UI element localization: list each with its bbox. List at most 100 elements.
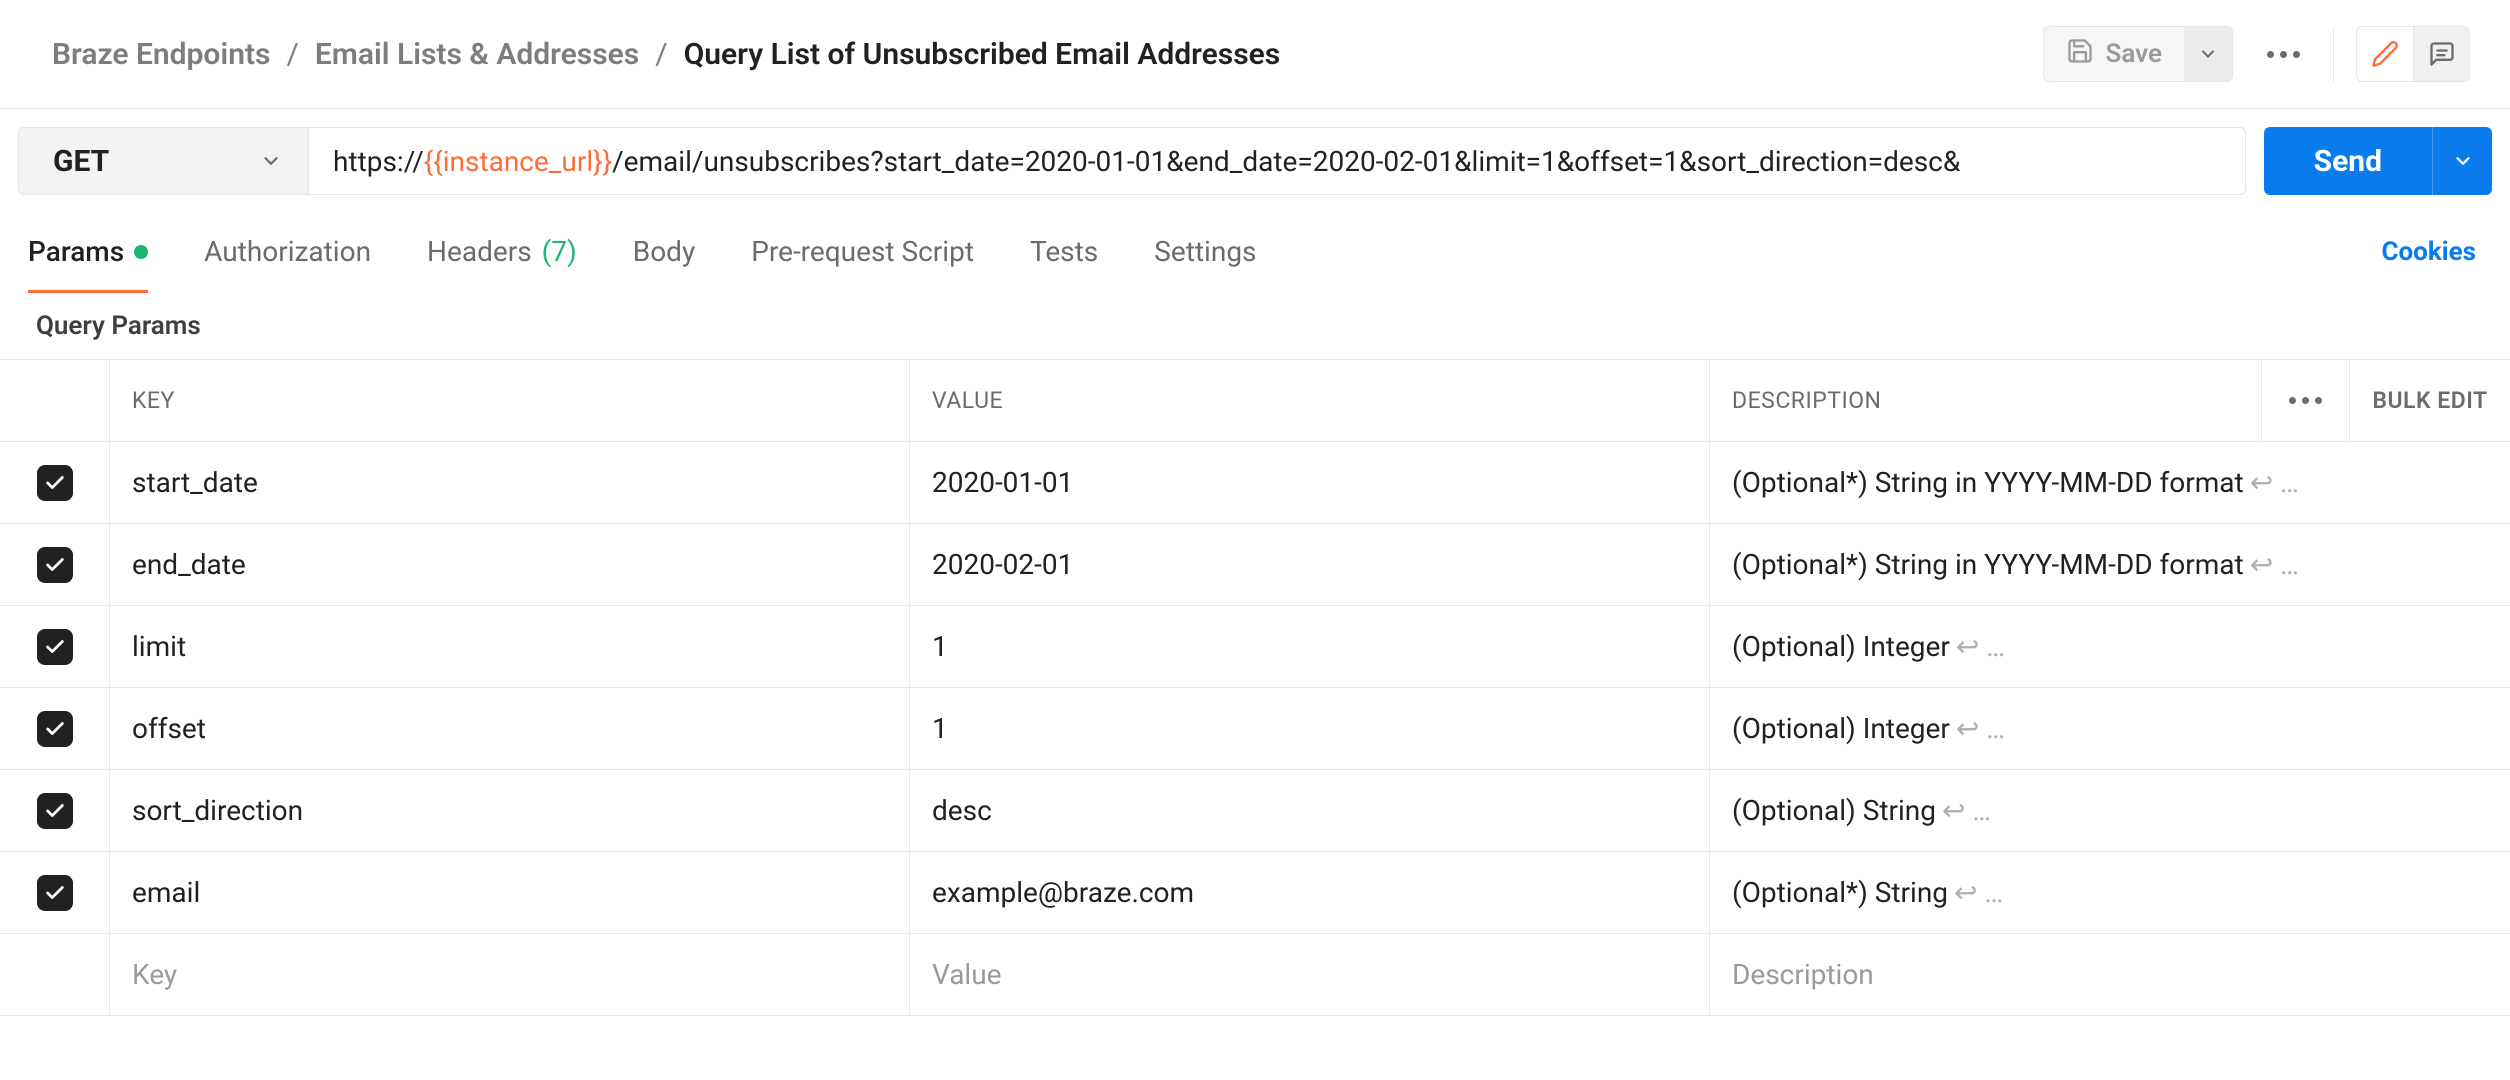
param-value-input[interactable]: 1 [910, 606, 1710, 687]
param-description-input[interactable]: (Optional) Integer ↩ … [1710, 606, 2510, 687]
param-checkbox-cell [0, 770, 110, 851]
send-button-group: Send [2264, 127, 2492, 195]
param-description-input[interactable]: (Optional) String ↩ … [1710, 770, 2510, 851]
param-value-input[interactable]: example@braze.com [910, 852, 1710, 933]
param-value-input[interactable]: 2020-02-01 [910, 524, 1710, 605]
http-method-select[interactable]: GET [19, 128, 309, 194]
header-divider [2333, 26, 2334, 82]
table-header-checkbox [0, 360, 110, 441]
save-button-label: Save [2106, 39, 2163, 69]
param-key-input[interactable]: offset [110, 688, 910, 769]
request-tabs: Params Authorization Headers (7) Body Pr… [28, 225, 1257, 293]
param-value-input[interactable]: 2020-01-01 [910, 442, 1710, 523]
tab-authorization[interactable]: Authorization [204, 225, 371, 293]
more-options-button[interactable] [2255, 26, 2311, 82]
param-checkbox[interactable] [37, 711, 73, 747]
tab-label: Pre-request Script [751, 235, 974, 268]
table-row: sort_directiondesc(Optional) String ↩ … [0, 770, 2510, 852]
tab-label: Headers [427, 235, 532, 268]
table-header-more[interactable] [2262, 360, 2350, 441]
param-checkbox[interactable] [37, 793, 73, 829]
breadcrumb-separator: / [286, 37, 298, 72]
tab-pre-request-script[interactable]: Pre-request Script [751, 225, 974, 293]
comments-button[interactable] [2413, 27, 2469, 81]
url-input[interactable]: https://{{instance_url}}/email/unsubscri… [309, 128, 2245, 194]
edit-button[interactable] [2357, 27, 2413, 81]
table-row: emailexample@braze.com(Optional*) String… [0, 852, 2510, 934]
param-description-input[interactable]: (Optional*) String ↩ … [1710, 852, 2510, 933]
pencil-icon [2371, 40, 2399, 68]
tab-label: Params [28, 235, 124, 268]
param-checkbox[interactable] [37, 875, 73, 911]
tab-params[interactable]: Params [28, 225, 148, 293]
query-params-table: KEY VALUE DESCRIPTION Bulk Edit start_da… [0, 359, 2510, 1016]
param-checkbox-cell [0, 606, 110, 687]
param-key-input[interactable]: start_date [110, 442, 910, 523]
param-description-input[interactable]: (Optional) Integer ↩ … [1710, 688, 2510, 769]
method-url-bar: GET https://{{instance_url}}/email/unsub… [18, 127, 2246, 195]
ellipsis-icon [2289, 397, 2322, 404]
param-key-input[interactable]: end_date [110, 524, 910, 605]
header-actions: Save [2043, 26, 2471, 82]
param-checkbox[interactable] [37, 465, 73, 501]
tab-label: Settings [1154, 235, 1256, 268]
table-row: end_date2020-02-01(Optional*) String in … [0, 524, 2510, 606]
comment-icon [2428, 40, 2456, 68]
param-checkbox-cell [0, 524, 110, 605]
table-row: offset1(Optional) Integer ↩ … [0, 688, 2510, 770]
param-description-input[interactable]: Description [1710, 934, 2510, 1015]
param-key-input[interactable]: email [110, 852, 910, 933]
table-header-key: KEY [110, 360, 910, 441]
param-checkbox-cell [0, 442, 110, 523]
send-dropdown[interactable] [2432, 127, 2492, 195]
tab-headers-count: (7) [542, 235, 577, 268]
table-row: limit1(Optional) Integer ↩ … [0, 606, 2510, 688]
bulk-edit-button[interactable]: Bulk Edit [2350, 360, 2510, 441]
cookies-link[interactable]: Cookies [2381, 237, 2476, 281]
save-icon [2066, 37, 2094, 72]
url-suffix: /email/unsubscribes?start_date=2020-01-0… [612, 145, 1960, 178]
param-checkbox-cell [0, 852, 110, 933]
active-dot-icon [134, 245, 148, 259]
documentation-group [2356, 26, 2470, 82]
header-bar: Braze Endpoints / Email Lists & Addresse… [0, 0, 2510, 109]
table-row-new: Key Value Description [0, 934, 2510, 1016]
breadcrumb: Braze Endpoints / Email Lists & Addresse… [52, 37, 1280, 72]
table-header-row: KEY VALUE DESCRIPTION Bulk Edit [0, 360, 2510, 442]
http-method-value: GET [53, 144, 109, 179]
tab-body[interactable]: Body [633, 225, 695, 293]
param-checkbox[interactable] [37, 629, 73, 665]
param-checkbox-empty [0, 934, 110, 1015]
tab-label: Authorization [204, 235, 371, 268]
tab-headers[interactable]: Headers (7) [427, 225, 577, 293]
param-key-input[interactable]: sort_direction [110, 770, 910, 851]
param-description-input[interactable]: (Optional*) String in YYYY-MM-DD format … [1710, 524, 2510, 605]
request-row: GET https://{{instance_url}}/email/unsub… [0, 109, 2510, 213]
query-params-title: Query Params [0, 293, 2510, 359]
breadcrumb-folder[interactable]: Email Lists & Addresses [315, 37, 639, 72]
ellipsis-icon [2267, 51, 2300, 58]
url-prefix: https:// [333, 145, 424, 178]
param-value-input[interactable]: desc [910, 770, 1710, 851]
param-checkbox[interactable] [37, 547, 73, 583]
tab-settings[interactable]: Settings [1154, 225, 1256, 293]
breadcrumb-current: Query List of Unsubscribed Email Address… [684, 37, 1281, 72]
param-value-input[interactable]: Value [910, 934, 1710, 1015]
param-key-input[interactable]: limit [110, 606, 910, 687]
url-variable: {{instance_url}} [424, 145, 612, 178]
breadcrumb-root[interactable]: Braze Endpoints [52, 37, 270, 72]
tab-label: Body [633, 235, 695, 268]
breadcrumb-separator: / [655, 37, 667, 72]
send-button-label: Send [2314, 144, 2382, 179]
param-value-input[interactable]: 1 [910, 688, 1710, 769]
save-dropdown[interactable] [2184, 27, 2232, 81]
save-button-group: Save [2043, 26, 2234, 82]
tab-tests[interactable]: Tests [1030, 225, 1098, 293]
table-header-value: VALUE [910, 360, 1710, 441]
send-button[interactable]: Send [2264, 127, 2432, 195]
tab-label: Tests [1030, 235, 1098, 268]
param-key-input[interactable]: Key [110, 934, 910, 1015]
param-description-input[interactable]: (Optional*) String in YYYY-MM-DD format … [1710, 442, 2510, 523]
tabs-row: Params Authorization Headers (7) Body Pr… [0, 213, 2510, 293]
save-button[interactable]: Save [2044, 27, 2185, 81]
